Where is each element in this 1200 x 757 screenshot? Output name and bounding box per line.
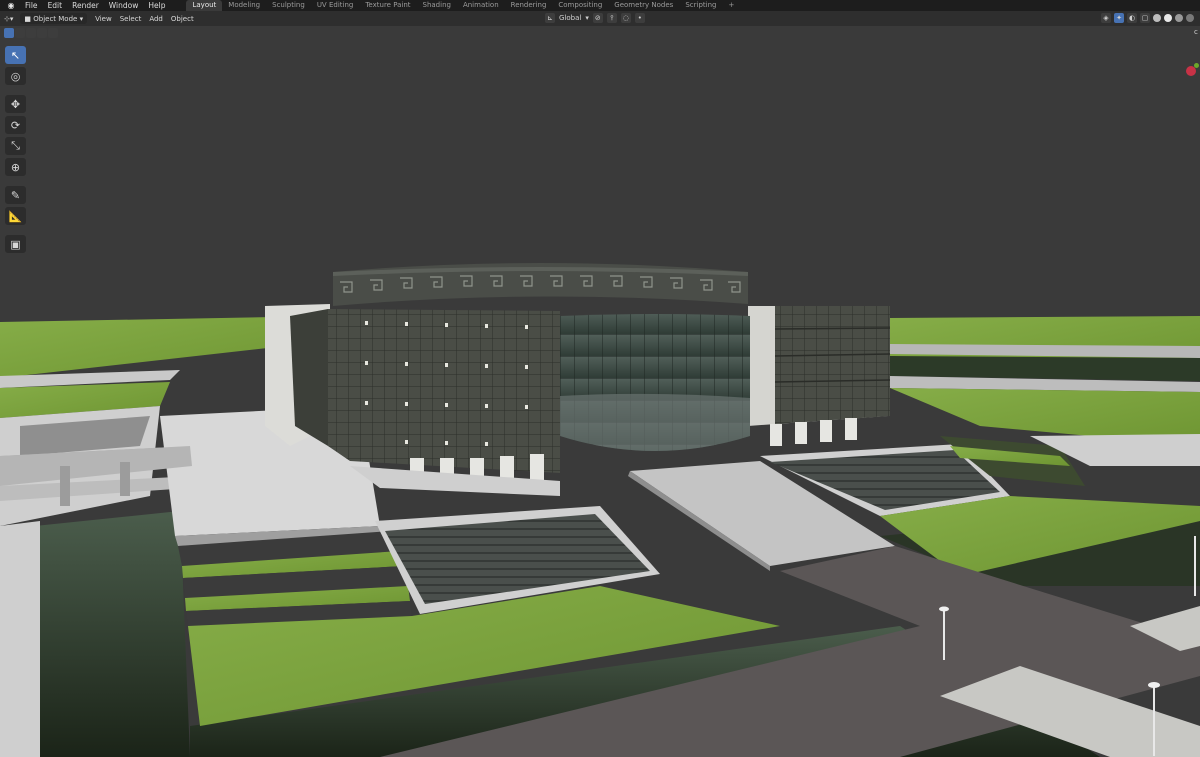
rotate-icon: ⟳ (10, 118, 21, 132)
viewport-menu-add[interactable]: Add (145, 15, 167, 23)
annotate-tool[interactable]: ✎ (5, 186, 26, 204)
select-mode-toggles (4, 28, 58, 38)
tab-compositing[interactable]: Compositing (552, 0, 608, 11)
object-mode-icon: ■ (24, 14, 34, 23)
right-facade-block (775, 306, 890, 424)
select-box-tool[interactable]: ↖ (5, 46, 26, 64)
pivot-point-icon[interactable]: ⊘ (592, 13, 603, 23)
rotate-tool[interactable]: ⟳ (5, 116, 26, 134)
cursor-tool[interactable]: ◎ (5, 67, 26, 85)
tab-texture-paint[interactable]: Texture Paint (359, 0, 416, 11)
select-invert-icon[interactable] (37, 28, 47, 38)
rendered-shading-icon[interactable] (1186, 14, 1194, 22)
viewport-3d-scene[interactable] (0, 26, 1200, 757)
viewport-menu-view[interactable]: View (91, 15, 116, 23)
select-box-icon: ↖ (10, 48, 21, 62)
tab-modeling[interactable]: Modeling (222, 0, 266, 11)
tab-uv-editing[interactable]: UV Editing (311, 0, 360, 11)
menu-render[interactable]: Render (67, 0, 104, 11)
snap-icon[interactable]: ⫯ (606, 13, 617, 23)
visibility-icon[interactable]: ◈ (1101, 13, 1111, 23)
move-icon: ✥ (10, 97, 21, 111)
xray-icon[interactable]: ▢ (1140, 13, 1150, 23)
transform-orientation-icon: ⊾ (545, 13, 555, 23)
gizmos-icon[interactable]: ✦ (1114, 13, 1124, 23)
scale-icon: ⤡ (11, 139, 20, 152)
transform-controls: ⊾ Global ▾ ⊘ ⫯ ◌ • (545, 13, 645, 23)
viewport-menu-object[interactable]: Object (167, 15, 198, 23)
tab-scripting[interactable]: Scripting (679, 0, 722, 11)
tab-shading[interactable]: Shading (417, 0, 457, 11)
annotate-icon: ✎ (10, 188, 21, 202)
sidebar-toggle-icon[interactable]: c (1194, 28, 1200, 38)
viewport-header: ⊹▾ ■ Object Mode ▾ View Select Add Objec… (0, 11, 1200, 26)
viewport-editor-icon[interactable]: ⊹▾ (0, 13, 17, 24)
chevron-down-icon: ▾ (585, 14, 589, 22)
add-cube-tool[interactable]: ▣ (5, 235, 26, 253)
crown-ring (333, 263, 748, 306)
transform-tool[interactable]: ⊕ (5, 158, 26, 176)
overlays-icon[interactable]: ◐ (1127, 13, 1137, 23)
material-shading-icon[interactable] (1175, 14, 1183, 22)
add-cube-icon: ▣ (10, 237, 21, 251)
orientation-dropdown[interactable]: Global (559, 14, 581, 22)
select-subtract-icon[interactable] (26, 28, 36, 38)
move-tool[interactable]: ✥ (5, 95, 26, 113)
tab-geometry-nodes[interactable]: Geometry Nodes (608, 0, 679, 11)
menu-edit[interactable]: Edit (43, 0, 68, 11)
menu-file[interactable]: File (20, 0, 43, 11)
navigation-gizmo-y-axis[interactable] (1194, 63, 1199, 68)
workspace-tabs: Layout Modeling Sculpting UV Editing Tex… (186, 0, 740, 11)
viewport-menu: View Select Add Object (91, 15, 198, 23)
select-intersect-icon[interactable] (48, 28, 58, 38)
blender-logo-icon[interactable]: ◉ (4, 0, 18, 11)
menu-help[interactable]: Help (143, 0, 170, 11)
chevron-down-icon: ▾ (77, 14, 84, 23)
tab-layout[interactable]: Layout (186, 0, 223, 11)
transform-icon: ⊕ (10, 160, 21, 174)
tab-rendering[interactable]: Rendering (505, 0, 553, 11)
main-menu: File Edit Render Window Help (20, 0, 170, 11)
wireframe-shading-icon[interactable] (1153, 14, 1161, 22)
measure-icon: 📐 (8, 209, 23, 223)
measure-tool[interactable]: 📐 (5, 207, 26, 225)
left-facade-block (328, 309, 560, 473)
scale-tool[interactable]: ⤡ (5, 137, 26, 155)
proportional-edit-icon[interactable]: ◌ (620, 13, 631, 23)
select-new-icon[interactable] (4, 28, 14, 38)
menu-window[interactable]: Window (104, 0, 144, 11)
viewport-menu-select[interactable]: Select (116, 15, 146, 23)
left-terraces (178, 531, 412, 626)
solid-shading-icon[interactable] (1164, 14, 1172, 22)
select-extend-icon[interactable] (15, 28, 25, 38)
add-workspace-button[interactable]: + (722, 0, 740, 11)
tool-shelf: ↖ ◎ ✥ ⟳ ⤡ ⊕ ✎ 📐 ▣ (5, 46, 27, 253)
object-mode-label: Object Mode (33, 14, 78, 23)
top-menu-bar: ◉ File Edit Render Window Help Layout Mo… (0, 0, 1200, 11)
object-mode-dropdown[interactable]: ■ Object Mode ▾ (20, 13, 88, 24)
tab-animation[interactable]: Animation (457, 0, 505, 11)
cursor-icon: ◎ (10, 69, 21, 83)
viewport-display-controls: ◈ ✦ ◐ ▢ (1101, 13, 1194, 23)
tab-sculpting[interactable]: Sculpting (266, 0, 311, 11)
proportional-falloff-icon[interactable]: • (634, 13, 645, 23)
